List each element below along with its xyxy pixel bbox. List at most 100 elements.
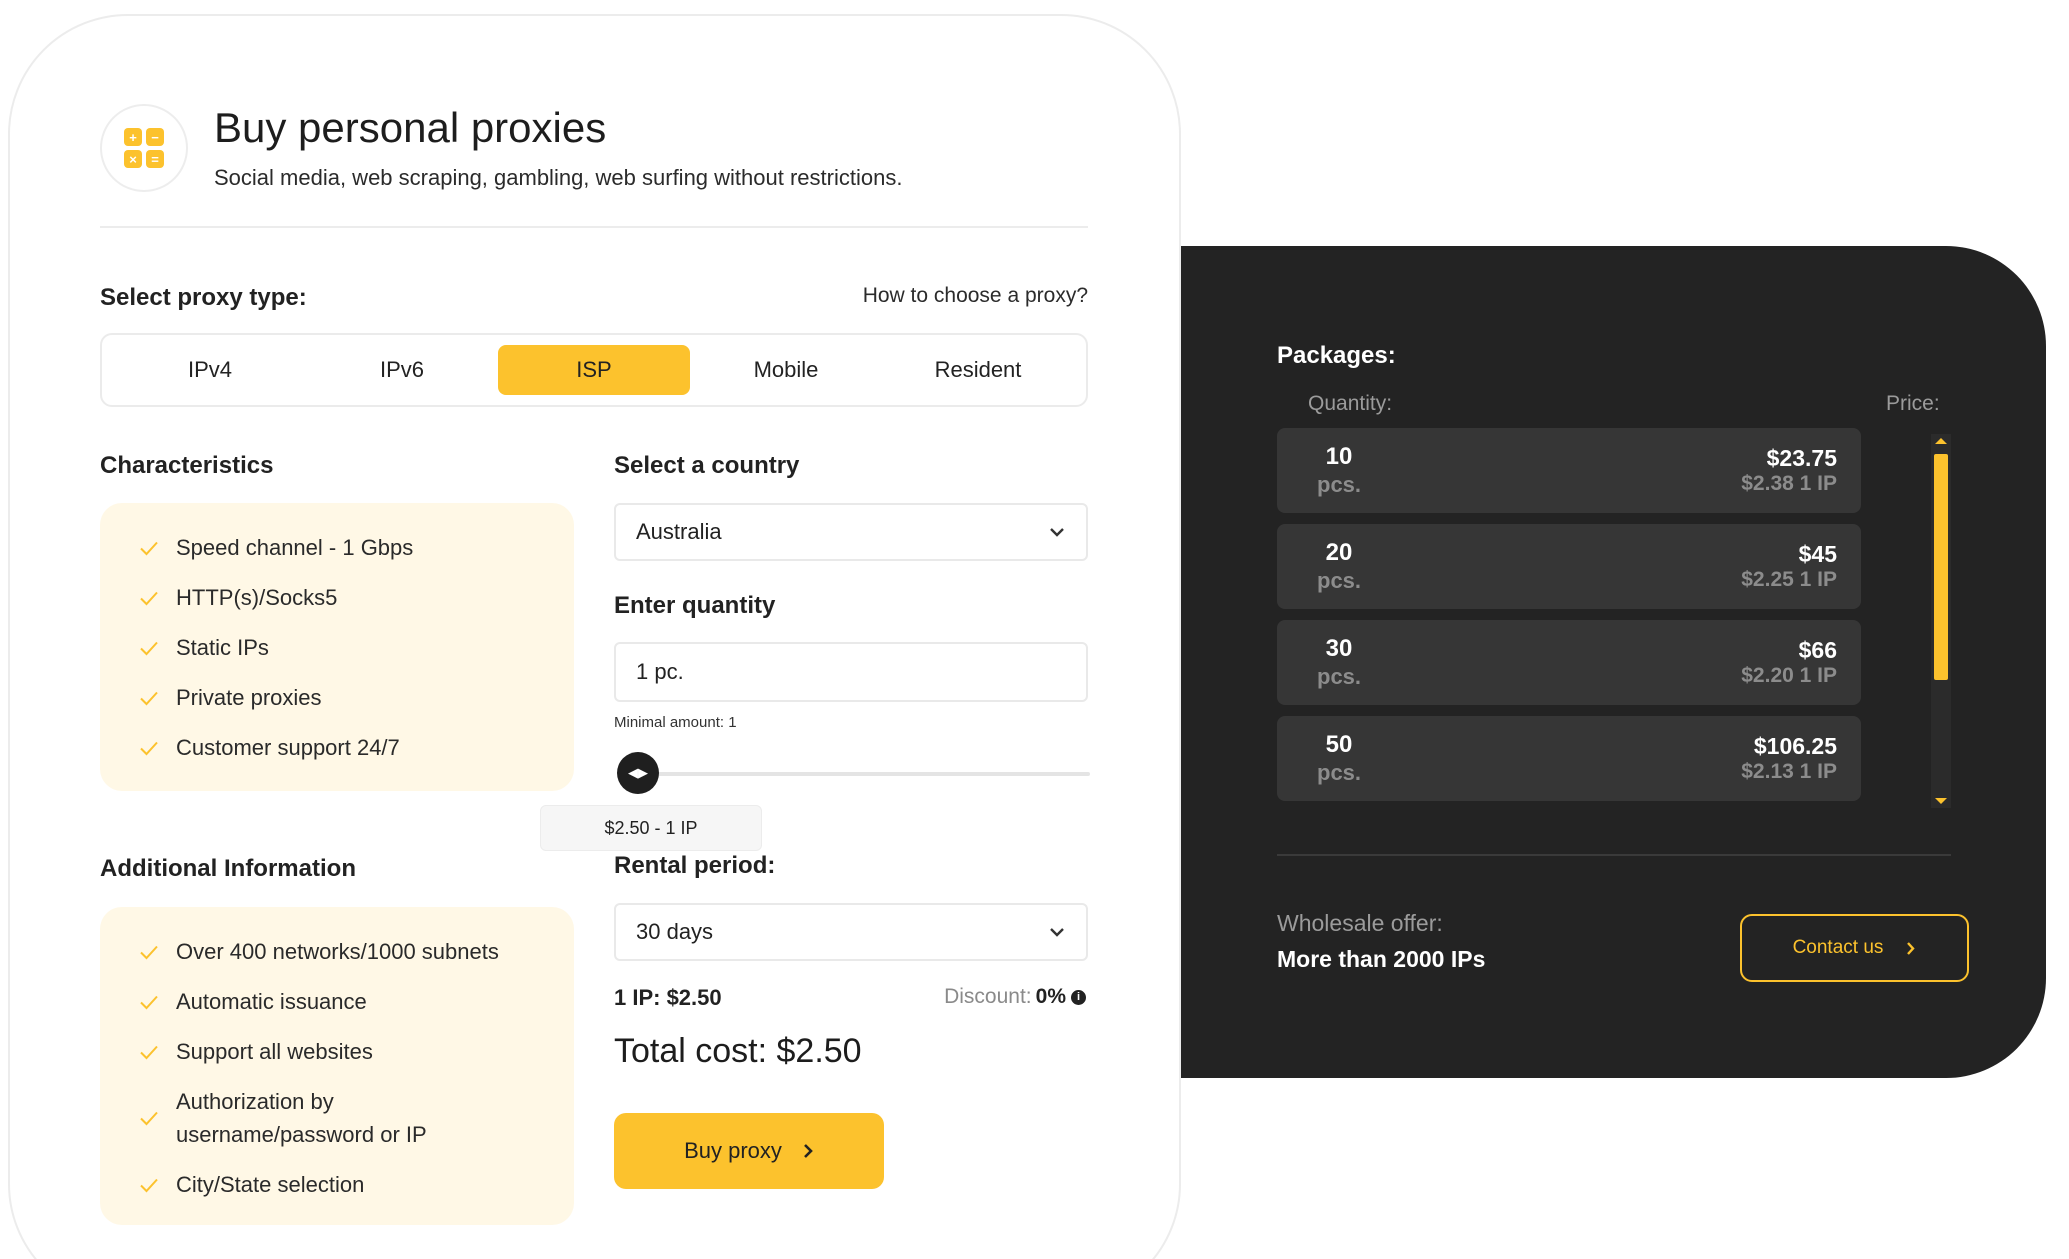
tab-resident[interactable]: Resident [882,345,1074,395]
check-icon [140,1111,158,1126]
tab-mobile[interactable]: Mobile [690,345,882,395]
check-icon [140,741,158,755]
list-item: Customer support 24/7 [138,731,574,764]
list-item: Private proxies [138,681,574,714]
quantity-input[interactable] [614,642,1088,702]
package-unit-price: $2.25 1 IP [1741,567,1837,591]
contact-us-button[interactable]: Contact us [1740,914,1969,982]
package-quantity: 20 pcs. [1317,539,1361,595]
package-qty-unit: pcs. [1317,471,1362,497]
list-item: City/State selection [138,1168,574,1201]
package-quantity: 30 pcs. [1317,635,1361,691]
buy-proxy-button[interactable]: Buy proxy [614,1113,884,1189]
list-item-label: City/State selection [176,1172,365,1197]
country-label: Select a country [614,452,800,479]
additional-info-box: Over 400 networks/1000 subnets Automatic… [100,907,574,1225]
package-price: $45 $2.25 1 IP [1741,541,1837,593]
column-header-quantity: Quantity: [1308,392,1393,415]
additional-info-list: Over 400 networks/1000 subnets Automatic… [138,935,574,1201]
wholesale-label: Wholesale offer: [1277,910,1443,936]
slider-arrows-icon: ◀▶ [628,765,648,780]
packages-title: Packages: [1277,342,1396,369]
package-total-price: $66 [1798,636,1837,663]
package-unit-price: $2.20 1 IP [1741,663,1837,687]
package-price: $66 $2.20 1 IP [1741,637,1837,689]
quantity-label: Enter quantity [614,592,776,619]
package-qty-number: 20 [1325,538,1353,566]
list-item: HTTP(s)/Socks5 [138,581,574,614]
packages-panel: Packages: Quantity: Price: 10 pcs. $23.75… [1181,246,2046,1078]
buy-proxy-label: Buy proxy [684,1138,782,1163]
chevron-right-icon [803,1144,813,1158]
scroll-down-arrow-icon[interactable] [1935,798,1947,804]
logo-badge: + − × = [100,104,188,192]
tab-ipv4[interactable]: IPv4 [114,345,306,395]
list-item: Static IPs [138,631,574,664]
how-to-choose-link[interactable]: How to choose a proxy? [863,284,1088,308]
characteristics-list: Speed channel - 1 Gbps HTTP(s)/Socks5 St… [138,531,574,764]
list-item-label: Static IPs [176,635,269,660]
package-qty-unit: pcs. [1317,663,1362,689]
discount-value: 0% [1035,985,1066,1008]
discount-label: Discount: [944,985,1032,1008]
list-item: Support all websites [138,1035,574,1068]
info-icon[interactable]: i [1071,989,1086,1005]
divider [100,226,1088,228]
list-item: Authorization by username/password or IP [138,1085,498,1151]
contact-us-label: Contact us [1792,937,1884,958]
package-price: $23.75 $2.38 1 IP [1741,445,1837,497]
tab-isp[interactable]: ISP [498,345,690,395]
list-item: Speed channel - 1 Gbps [138,531,574,564]
quantity-slider-handle[interactable]: ◀▶ [617,752,659,794]
package-qty-number: 30 [1325,634,1353,662]
package-total-price: $106.25 [1753,732,1837,759]
package-qty-number: 10 [1325,442,1353,470]
list-item-label: HTTP(s)/Socks5 [176,585,338,610]
tab-ipv6[interactable]: IPv6 [306,345,498,395]
country-select[interactable]: Australia [614,503,1088,561]
quantity-slider-track[interactable] [620,772,1090,776]
package-row[interactable]: 10 pcs. $23.75 $2.38 1 IP [1277,428,1861,513]
check-icon [140,1045,158,1059]
chevron-down-icon [1050,928,1064,937]
minimal-amount-hint: Minimal amount: 1 [614,714,737,731]
package-row[interactable]: 30 pcs. $66 $2.20 1 IP [1277,620,1861,705]
package-price: $106.25 $2.13 1 IP [1741,733,1837,785]
package-row[interactable]: 50 pcs. $106.25 $2.13 1 IP [1277,716,1861,801]
divider [1277,854,1951,856]
package-unit-price: $2.38 1 IP [1741,471,1837,495]
package-quantity: 10 pcs. [1317,443,1361,499]
scroll-up-arrow-icon[interactable] [1935,438,1947,444]
list-item-label: Private proxies [176,685,322,710]
package-total-price: $23.75 [1766,444,1837,471]
total-cost: Total cost: $2.50 [614,1032,862,1070]
page-title: Buy personal proxies [214,104,607,151]
package-qty-number: 50 [1325,730,1353,758]
package-row[interactable]: 20 pcs. $45 $2.25 1 IP [1277,524,1861,609]
list-item: Automatic issuance [138,985,574,1018]
price-per-ip: 1 IP: $2.50 [614,985,722,1010]
scrollbar-thumb[interactable] [1934,454,1948,680]
list-item-label: Authorization by username/password or IP [176,1089,427,1147]
list-item-label: Over 400 networks/1000 subnets [176,939,499,964]
wholesale-value: More than 2000 IPs [1277,946,1486,972]
proxy-type-tabs: IPv4 IPv6 ISP Mobile Resident [100,333,1088,407]
list-item-label: Customer support 24/7 [176,735,400,760]
page-subtitle: Social media, web scraping, gambling, we… [214,165,903,190]
check-icon [140,541,158,555]
check-icon [140,591,158,605]
package-unit-price: $2.13 1 IP [1741,759,1837,783]
slider-price-tooltip: $2.50 - 1 IP [540,805,762,851]
characteristics-box: Speed channel - 1 Gbps HTTP(s)/Socks5 St… [100,503,574,791]
check-icon [140,1178,158,1192]
packages-list: 10 pcs. $23.75 $2.38 1 IP 20 pcs. $45 $2.25 … [1277,428,1861,812]
proxy-type-label: Select proxy type: [100,284,307,311]
packages-scrollbar[interactable] [1931,434,1951,808]
calculator-icon: + − × = [124,128,164,168]
check-icon [140,641,158,655]
check-icon [140,691,158,705]
chevron-right-icon [1907,941,1916,955]
additional-info-title: Additional Information [100,855,356,882]
characteristics-title: Characteristics [100,452,274,479]
rental-period-select[interactable]: 30 days [614,903,1088,961]
